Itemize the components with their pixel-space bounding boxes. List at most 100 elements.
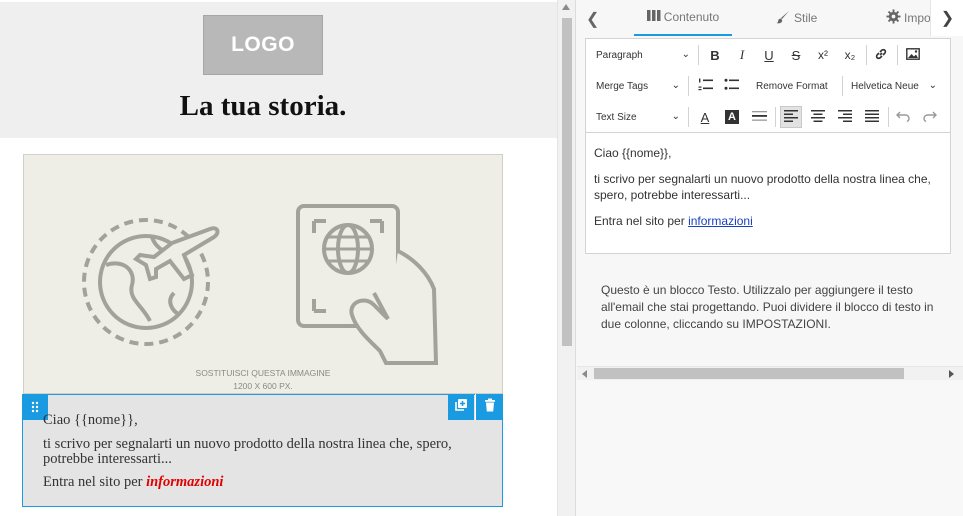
chevron-down-icon: ⌄	[671, 111, 680, 122]
paragraph-select[interactable]: Paragraph ⌄	[596, 45, 690, 65]
bullet-list-button[interactable]	[720, 75, 742, 97]
scroll-left-arrow-icon[interactable]	[582, 370, 587, 378]
email-canvas: LOGO La tua storia. SOSTITUISCI QUESTA I…	[0, 0, 557, 516]
properties-panel: ❮ Contenuto Stile Impo ❯ Paragraph ⌄ B I…	[575, 0, 963, 516]
chevron-down-icon: ⌄	[681, 49, 690, 60]
link-icon	[874, 47, 888, 64]
panel-horizontal-scrollbar[interactable]	[577, 366, 963, 380]
toolbar-divider	[775, 107, 776, 127]
superscript-button[interactable]: x²	[812, 44, 834, 66]
toolbar-divider	[842, 76, 843, 96]
toolbar-divider	[888, 107, 889, 127]
editor-toolbar: Paragraph ⌄ B I U S x² x₂ Merge Tags ⌄ R…	[586, 39, 950, 133]
align-left-icon	[784, 109, 798, 125]
tab-prev-chevron-icon[interactable]: ❮	[586, 9, 599, 29]
ordered-list-icon	[698, 78, 713, 94]
tab-stile-label: Stile	[794, 11, 818, 25]
scroll-right-arrow-icon[interactable]	[949, 370, 954, 378]
undo-button[interactable]	[892, 106, 914, 128]
tab-impostazioni[interactable]: Impo	[886, 0, 931, 36]
align-center-icon	[811, 109, 825, 125]
toolbar-divider	[698, 45, 699, 65]
brush-icon	[776, 10, 790, 27]
bullet-list-icon	[724, 78, 739, 94]
toolbar-divider	[688, 107, 689, 127]
text-block-link[interactable]: informazioni	[146, 474, 223, 490]
font-family-select[interactable]: Helvetica Neue ⌄	[851, 76, 937, 96]
editor-paragraph-greeting: Ciao {{nome}},	[594, 146, 672, 160]
text-block-greeting: Ciao {{nome}},	[43, 412, 138, 428]
chevron-down-icon: ⌄	[671, 80, 680, 91]
redo-icon	[923, 110, 937, 125]
image-block[interactable]: SOSTITUISCI QUESTA IMMAGINE 1200 X 600 P…	[23, 154, 503, 394]
text-block-selected[interactable]: Ciao {{nome}}, ti scrivo per segnalarti …	[22, 394, 503, 507]
logo-placeholder[interactable]: LOGO	[203, 15, 323, 75]
link-button[interactable]	[870, 44, 892, 66]
background-color-icon: A	[725, 110, 739, 124]
bold-button[interactable]: B	[704, 44, 726, 66]
text-size-select-value: Text Size	[596, 111, 637, 123]
editor-content-area[interactable]: Ciao {{nome}}, ti scrivo per segnalarti …	[594, 145, 944, 229]
image-size-text: 1200 X 600 PX.	[233, 381, 293, 391]
panel-tab-bar: ❮ Contenuto Stile Impo ❯	[576, 0, 963, 36]
toolbar-divider	[688, 76, 689, 96]
font-color-button[interactable]: A	[694, 106, 716, 128]
font-family-select-value: Helvetica Neue	[851, 80, 919, 92]
underline-button[interactable]: U	[758, 44, 780, 66]
undo-icon	[896, 110, 910, 125]
globe-plane-icon	[82, 218, 220, 346]
editor-paragraph-cta: Entra nel sito per informazioni	[594, 213, 944, 229]
horizontal-rule-icon	[751, 110, 767, 125]
text-block-body: ti scrivo per segnalarti un nuovo prodot…	[43, 436, 452, 467]
columns-icon	[646, 10, 661, 24]
tab-stile[interactable]: Stile	[776, 0, 817, 36]
trash-icon	[484, 398, 496, 417]
tab-next-chevron-icon[interactable]: ❯	[930, 0, 963, 36]
duplicate-icon	[454, 398, 468, 417]
passport-hand-icon	[296, 204, 439, 365]
chevron-down-icon: ⌄	[928, 80, 937, 91]
remove-format-button[interactable]: Remove Format	[756, 76, 836, 96]
duplicate-block-button[interactable]	[448, 394, 474, 420]
text-block-cta-line: Entra nel sito per informazioni	[43, 475, 223, 490]
align-center-button[interactable]	[807, 106, 829, 128]
subscript-button[interactable]: x₂	[839, 44, 861, 66]
horizontal-scroll-thumb[interactable]	[594, 368, 904, 379]
toolbar-divider	[897, 45, 898, 65]
text-size-select[interactable]: Text Size ⌄	[596, 107, 680, 127]
canvas-scrollbar[interactable]	[557, 0, 575, 516]
text-block-cta-prefix: Entra nel sito per	[43, 474, 147, 490]
placeholder-illustration	[82, 204, 439, 365]
background-color-button[interactable]: A	[721, 106, 743, 128]
editor-link[interactable]: informazioni	[688, 214, 753, 228]
tab-contenuto[interactable]: Contenuto	[634, 0, 732, 36]
toolbar-row-1: Paragraph ⌄ B I U S x² x₂	[586, 39, 950, 70]
paragraph-select-value: Paragraph	[596, 49, 643, 61]
image-icon	[906, 47, 920, 63]
ordered-list-button[interactable]	[694, 75, 716, 97]
panel-empty-area	[577, 381, 963, 516]
insert-image-button[interactable]	[902, 44, 924, 66]
align-left-button[interactable]	[780, 106, 802, 128]
redo-button[interactable]	[919, 106, 941, 128]
align-justify-button[interactable]	[861, 106, 883, 128]
toolbar-row-2: Merge Tags ⌄ Remove Format Helvetica Neu…	[586, 70, 950, 101]
align-justify-icon	[865, 109, 879, 125]
editor-cta-prefix: Entra nel sito per	[594, 214, 689, 228]
canvas-scroll-thumb[interactable]	[562, 18, 572, 346]
gear-icon	[886, 9, 901, 27]
block-info-area: Questo è un blocco Testo. Utilizzalo per…	[577, 262, 945, 366]
header-section[interactable]: LOGO La tua storia.	[0, 2, 557, 138]
strikethrough-button[interactable]: S	[785, 44, 807, 66]
page-title[interactable]: La tua storia.	[0, 90, 526, 123]
rich-text-editor[interactable]: Paragraph ⌄ B I U S x² x₂ Merge Tags ⌄ R…	[585, 38, 951, 254]
scroll-up-arrow-icon[interactable]	[562, 4, 570, 10]
italic-button[interactable]: I	[731, 44, 753, 66]
horizontal-rule-button[interactable]	[748, 106, 770, 128]
align-right-button[interactable]	[834, 106, 856, 128]
align-right-icon	[838, 109, 852, 125]
delete-block-button[interactable]	[475, 394, 503, 420]
block-info-text: Questo è un blocco Testo. Utilizzalo per…	[601, 283, 934, 331]
tab-impostazioni-label: Impo	[904, 11, 931, 25]
merge-tags-select[interactable]: Merge Tags ⌄	[596, 76, 680, 96]
